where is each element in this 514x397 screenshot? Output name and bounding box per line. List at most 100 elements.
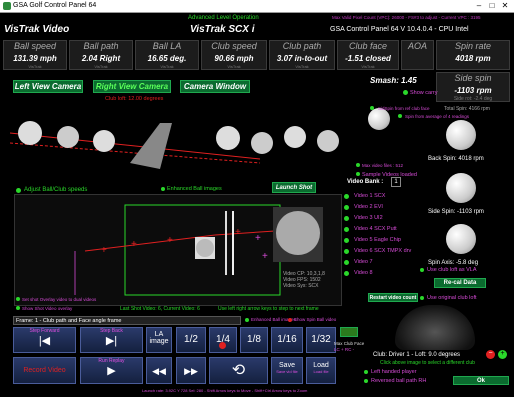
re-cal-data-button[interactable]: Re-cal Data bbox=[434, 278, 486, 288]
record-video-button[interactable]: Record Video bbox=[13, 357, 76, 384]
spin-axis-label: Spin Axis: -5.8 deg bbox=[428, 260, 479, 266]
video-6-radio[interactable] bbox=[344, 249, 349, 254]
fast-forward-button[interactable]: ▶▶ bbox=[176, 357, 206, 384]
speed-1-8-button[interactable]: 1/8 bbox=[240, 327, 268, 353]
club-face-toggle[interactable] bbox=[340, 327, 358, 337]
use-original-loft-check[interactable] bbox=[420, 296, 424, 300]
svg-text:+: + bbox=[131, 239, 137, 250]
stat-club-face: Club face -1.51 closed VisTrak bbox=[337, 40, 399, 70]
step-forward-button[interactable]: Step Forward |◀ bbox=[13, 327, 76, 353]
frame-bar: Frame: 1 - Club path and Face angle fram… bbox=[13, 316, 241, 325]
la-image-button[interactable]: LA image bbox=[146, 327, 172, 353]
ok-button[interactable]: Ok bbox=[453, 376, 509, 385]
launch-shot-button[interactable]: Launch Shot bbox=[272, 182, 316, 193]
stat-label: Club path bbox=[282, 41, 322, 51]
bottom-status: Launch rate: 3.92C Y 728 Sel: 280 - Shif… bbox=[142, 388, 308, 393]
stat-sub: VisTrak bbox=[227, 64, 241, 69]
restart-video-count-button[interactable]: Restart video count bbox=[368, 293, 418, 302]
enhanced-images-label: Enhanced Ball images bbox=[167, 186, 222, 192]
step-back-button[interactable]: Step Back ▶| bbox=[80, 327, 143, 353]
run-replay-button[interactable]: Run Replay ▶ bbox=[80, 357, 143, 384]
save-label: Save bbox=[279, 362, 295, 369]
load-video-button[interactable]: Load Load file bbox=[306, 357, 336, 384]
fast-forward-icon: ▶▶ bbox=[184, 366, 198, 376]
adjust-speeds-check[interactable] bbox=[16, 188, 21, 193]
left-handed-check[interactable] bbox=[364, 370, 368, 374]
stat-label: Ball path bbox=[83, 41, 119, 51]
video-1-label: Video 1 SCX bbox=[354, 193, 386, 199]
stat-sub: Side rot: -2.4 deg bbox=[453, 96, 493, 102]
overlay-dual-check[interactable] bbox=[16, 297, 20, 301]
overlay-dual-label: Set shot Overlay video to dual videos bbox=[22, 297, 97, 302]
video-bank-number[interactable]: 1 bbox=[391, 177, 401, 187]
left-title: VisTrak Video bbox=[4, 24, 70, 35]
reversed-path-label: Reversed ball path RH bbox=[371, 378, 427, 384]
window-title: GSA Golf Control Panel 64 bbox=[13, 2, 97, 9]
side-spin-label: Side Spin: -1103 rpm bbox=[428, 209, 484, 215]
spin-average-check[interactable] bbox=[398, 114, 402, 118]
use-club-loft-check[interactable] bbox=[420, 268, 424, 272]
enhanced-ball-check[interactable] bbox=[245, 318, 249, 322]
sample-videos-check[interactable] bbox=[356, 172, 360, 176]
stat-label: Spin rate bbox=[454, 41, 492, 51]
rewind-button[interactable]: ◀◀ bbox=[146, 357, 172, 384]
stat-label: Ball LA bbox=[152, 41, 182, 51]
loop-button[interactable]: ⟲ bbox=[209, 357, 268, 384]
video-2-radio[interactable] bbox=[344, 205, 349, 210]
load-sub-label: Load file bbox=[313, 369, 329, 374]
ball-trail-graphic bbox=[9, 121, 339, 169]
title-bar: GSA Golf Control Panel 64 – □ ✕ bbox=[0, 0, 514, 13]
show-spin-ball-label: Show Spin Ball video bbox=[294, 317, 337, 322]
enhanced-images-check[interactable] bbox=[161, 187, 165, 191]
video-6-label: Video 6 SCX TMPX drv bbox=[354, 248, 412, 254]
svg-text:+: + bbox=[262, 251, 268, 262]
spin-ball-preview bbox=[368, 108, 390, 130]
video-8-radio[interactable] bbox=[344, 271, 349, 276]
speed-1-16-button[interactable]: 1/16 bbox=[271, 327, 303, 353]
save-video-button[interactable]: Save Save vid file bbox=[271, 357, 303, 384]
video-8-label: Video 8 bbox=[354, 270, 373, 276]
video-7-radio[interactable] bbox=[344, 260, 349, 265]
stat-sub: VisTrak bbox=[94, 64, 108, 69]
version-label: GSA Control Panel 64 V 10.4.0.4 - CPU In… bbox=[330, 26, 469, 33]
left-view-camera-button[interactable]: Left View Camera bbox=[13, 80, 83, 93]
camera-window-button[interactable]: Camera Window bbox=[180, 80, 250, 93]
stat-label: Club speed bbox=[211, 41, 257, 51]
stat-label: Ball speed bbox=[13, 41, 57, 51]
app-window: GSA Golf Control Panel 64 – □ ✕ Advanced… bbox=[0, 0, 514, 397]
max-face-sub: LC + RC - bbox=[334, 347, 355, 352]
increase-icon[interactable]: + bbox=[498, 350, 507, 359]
speed-1-32-button[interactable]: 1/32 bbox=[306, 327, 336, 353]
shot-video-overlay-check[interactable] bbox=[16, 306, 20, 310]
smash-label: Smash: 1.45 bbox=[370, 76, 417, 85]
right-view-camera-button[interactable]: Right View Camera bbox=[93, 80, 171, 93]
video-4-radio[interactable] bbox=[344, 227, 349, 232]
max-video-check[interactable] bbox=[356, 163, 360, 167]
stat-sub: VisTrak bbox=[361, 64, 375, 69]
sample-videos-label: Sample Videos loaded bbox=[362, 172, 417, 178]
video-frame[interactable]: + + + + + + Video CP: 10,3,1,8 Video FPS… bbox=[14, 194, 342, 306]
video-5-radio[interactable] bbox=[344, 238, 349, 243]
video-3-radio[interactable] bbox=[344, 216, 349, 221]
maximize-icon[interactable]: □ bbox=[486, 1, 498, 10]
reversed-path-check[interactable] bbox=[364, 379, 368, 383]
stat-club-path: Club path 3.07 in-to-out VisTrak bbox=[269, 40, 335, 70]
club-loft-label: Club loft: 12.00 degrees bbox=[105, 96, 164, 102]
video-1-radio[interactable] bbox=[344, 194, 349, 199]
show-carry-check[interactable] bbox=[403, 90, 408, 95]
back-spin-ball bbox=[446, 120, 476, 150]
arrow-hint-label: Use left right arrow keys to step to nex… bbox=[218, 306, 319, 312]
video-overlay-graphic: + + + + + + bbox=[74, 204, 323, 296]
speed-1-2-button[interactable]: 1/2 bbox=[176, 327, 206, 353]
club-image[interactable] bbox=[395, 305, 475, 350]
minimize-icon[interactable]: – bbox=[473, 1, 485, 10]
operation-label: Advanced Level Operation bbox=[188, 15, 259, 21]
stat-sub: VisTrak bbox=[28, 64, 42, 69]
show-spin-ball-check[interactable] bbox=[288, 318, 292, 322]
speed-1-4-button[interactable]: 1/4 bbox=[209, 327, 237, 353]
decrease-icon[interactable]: − bbox=[486, 350, 495, 359]
close-icon[interactable]: ✕ bbox=[499, 1, 511, 10]
stat-value: 90.66 mph bbox=[214, 54, 254, 63]
sidspin-check[interactable] bbox=[370, 106, 374, 110]
app-icon bbox=[3, 2, 11, 10]
